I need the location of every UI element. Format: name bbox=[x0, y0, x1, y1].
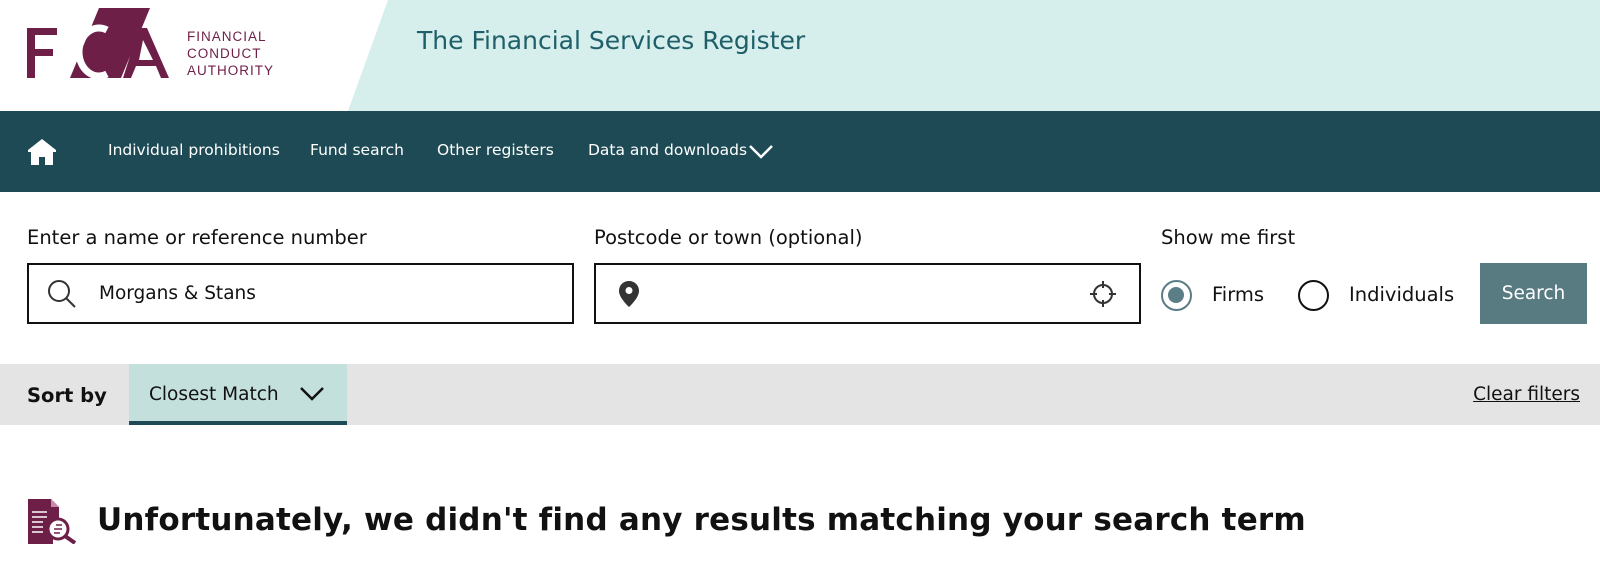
radio-individuals[interactable] bbox=[1298, 280, 1329, 311]
chevron-down-icon bbox=[300, 387, 324, 401]
radio-firms[interactable] bbox=[1161, 280, 1192, 311]
logo-line-2: CONDUCT bbox=[187, 46, 262, 61]
nav-item-data-and-downloads[interactable]: Data and downloads bbox=[588, 141, 747, 159]
search-button[interactable]: Search bbox=[1480, 263, 1587, 324]
postcode-field-label: Postcode or town (optional) bbox=[594, 226, 863, 249]
postcode-box[interactable] bbox=[594, 263, 1141, 324]
chevron-down-icon[interactable] bbox=[748, 144, 774, 160]
sort-bar: Sort by Closest Match Clear filters bbox=[0, 364, 1600, 425]
radio-individuals-label[interactable]: Individuals bbox=[1349, 283, 1454, 306]
logo-line-3: AUTHORITY bbox=[187, 63, 275, 78]
sort-select[interactable]: Closest Match bbox=[129, 364, 347, 425]
document-search-icon bbox=[28, 499, 77, 544]
name-field-label: Enter a name or reference number bbox=[27, 226, 367, 249]
fca-logo-mark bbox=[27, 8, 169, 80]
sort-selected-value: Closest Match bbox=[149, 384, 279, 405]
radio-firms-label[interactable]: Firms bbox=[1212, 283, 1264, 306]
name-search-box[interactable] bbox=[27, 263, 574, 324]
fca-logo[interactable]: FINANCIAL CONDUCT AUTHORITY bbox=[27, 8, 273, 80]
postcode-input[interactable] bbox=[656, 265, 1056, 321]
nav-item-individual-prohibitions[interactable]: Individual prohibitions bbox=[108, 141, 280, 159]
name-search-input[interactable] bbox=[99, 265, 549, 321]
crosshair-icon[interactable] bbox=[1089, 280, 1117, 308]
nav-item-fund-search[interactable]: Fund search bbox=[310, 141, 404, 159]
show-first-label: Show me first bbox=[1161, 226, 1296, 249]
site-header: FINANCIAL CONDUCT AUTHORITY The Financia… bbox=[0, 0, 1600, 111]
main-nav: Individual prohibitions Fund search Othe… bbox=[0, 111, 1600, 192]
logo-line-1: FINANCIAL bbox=[187, 29, 267, 44]
site-title[interactable]: The Financial Services Register bbox=[417, 26, 805, 55]
no-results-message: Unfortunately, we didn't find any result… bbox=[97, 502, 1306, 538]
location-pin-icon bbox=[619, 281, 639, 307]
nav-item-other-registers[interactable]: Other registers bbox=[437, 141, 554, 159]
home-icon[interactable] bbox=[27, 138, 57, 166]
search-icon bbox=[48, 280, 76, 308]
sort-by-label: Sort by bbox=[27, 384, 107, 407]
clear-filters-link[interactable]: Clear filters bbox=[1473, 384, 1580, 405]
fca-logo-text: FINANCIAL CONDUCT AUTHORITY bbox=[187, 28, 274, 79]
